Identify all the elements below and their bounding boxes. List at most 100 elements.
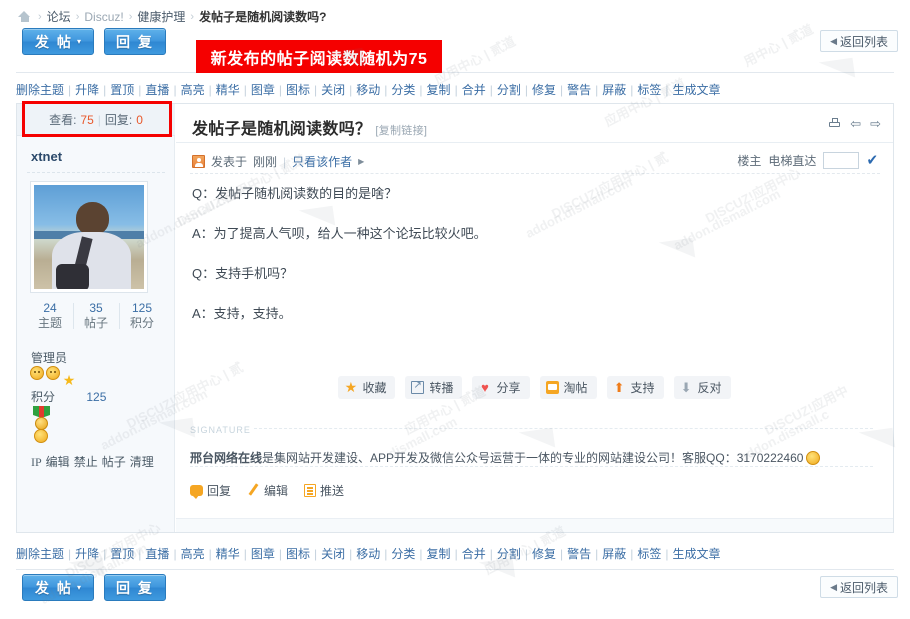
oppose-button[interactable]: ⬇ 反对 — [673, 376, 731, 399]
home-icon[interactable] — [18, 10, 31, 23]
favorite-button[interactable]: ★ 收藏 — [338, 376, 396, 399]
mod-link-copy[interactable]: 复制 — [427, 547, 451, 561]
mod-link-merge[interactable]: 合并 — [462, 83, 486, 97]
avatar[interactable] — [30, 181, 148, 293]
mod-link-stamp[interactable]: 图章 — [251, 83, 275, 97]
reply-button[interactable]: 回 复 — [104, 28, 166, 55]
support-button[interactable]: ⬆ 支持 — [606, 376, 664, 399]
mod-link-classify[interactable]: 分类 — [391, 83, 415, 97]
post-push-link[interactable]: 推送 — [304, 482, 344, 499]
mod-separator: | — [208, 83, 212, 97]
new-post-button[interactable]: 发 帖 ▾ — [22, 28, 94, 55]
avatar-image — [34, 185, 144, 289]
go-arrow-icon[interactable]: ✔ — [867, 153, 878, 168]
mod-link-delete-topic[interactable]: 删除主题 — [16, 547, 64, 561]
mod-link-updown[interactable]: 升降 — [75, 547, 99, 561]
expand-caret-icon[interactable]: ▶ — [358, 157, 364, 166]
return-to-list-button-bottom[interactable]: ◀ 返回列表 — [820, 576, 898, 598]
collect-button[interactable]: 淘帖 — [539, 376, 597, 399]
stat-credits[interactable]: 125 积分 — [119, 301, 165, 331]
replies-value: 0 — [136, 112, 143, 127]
mod-separator: | — [489, 83, 493, 97]
mod-link-sticky[interactable]: 置顶 — [110, 547, 134, 561]
smiley-medal-icon — [46, 366, 60, 380]
author-moderation-links: IP 编辑 禁止 帖子 清理 — [31, 453, 158, 470]
mod-link-highlight[interactable]: 高亮 — [181, 547, 205, 561]
author-badge-icon — [192, 155, 205, 168]
post-title-text: 发帖子是随机阅读数吗？ — [192, 121, 372, 138]
mod-link-generate-article[interactable]: 生成文章 — [673, 547, 721, 561]
mod-link-generate-article[interactable]: 生成文章 — [673, 83, 721, 97]
mod-link-highlight[interactable]: 高亮 — [181, 83, 205, 97]
mod-link-move[interactable]: 移动 — [356, 83, 380, 97]
mod-link-digest[interactable]: 精华 — [216, 83, 240, 97]
relay-button[interactable]: 转播 — [405, 376, 463, 399]
mod-link-shield[interactable]: 屏蔽 — [602, 83, 626, 97]
mod-link-split[interactable]: 分割 — [497, 547, 521, 561]
ip-label[interactable]: IP — [31, 455, 42, 469]
mod-separator: | — [454, 547, 458, 561]
views-label: 查看: — [49, 113, 77, 127]
only-author-link[interactable]: 只看该作者 — [292, 153, 352, 170]
breadcrumb-item-category[interactable]: 健康护理 — [137, 8, 185, 25]
author-link-ban[interactable]: 禁止 — [74, 455, 98, 469]
breadcrumb-item-discuz[interactable]: Discuz! — [84, 10, 123, 24]
moderation-toolbar-bottom: 删除主题 | 升降 | 置顶 | 直播 | 高亮 | 精华 | 图章 | 图标 | 关闭 | 移动 | 分类 | 复制 | 合并… — [16, 545, 721, 562]
mod-separator: | — [138, 547, 142, 561]
author-link-clean[interactable]: 清理 — [130, 455, 154, 469]
share-button[interactable]: ♥ 分享 — [472, 376, 530, 399]
mod-link-updown[interactable]: 升降 — [75, 83, 99, 97]
stat-topics[interactable]: 24 主题 — [27, 301, 73, 331]
stat-posts[interactable]: 35 帖子 — [73, 301, 119, 331]
mod-link-live[interactable]: 直播 — [145, 83, 169, 97]
mod-link-close[interactable]: 关闭 — [321, 83, 345, 97]
chevron-down-icon: ▾ — [76, 583, 81, 592]
reply-button-bottom[interactable]: 回 复 — [104, 574, 166, 601]
mod-link-stamp[interactable]: 图章 — [251, 547, 275, 561]
mod-link-classify[interactable]: 分类 — [391, 547, 415, 561]
author-link-posts[interactable]: 帖子 — [102, 455, 126, 469]
mod-link-delete-topic[interactable]: 删除主题 — [16, 83, 64, 97]
mod-link-split[interactable]: 分割 — [497, 83, 521, 97]
floor-jump-input[interactable] — [823, 152, 860, 169]
mod-link-move[interactable]: 移动 — [356, 547, 380, 561]
annotation-banner: 新发布的帖子阅读数随机为75 — [196, 40, 442, 73]
mod-link-repair[interactable]: 修复 — [532, 83, 556, 97]
mod-link-digest[interactable]: 精华 — [216, 547, 240, 561]
print-icon[interactable] — [828, 118, 841, 130]
author-username[interactable]: xtnet — [31, 149, 62, 164]
new-post-button-bottom[interactable]: 发 帖 ▾ — [22, 574, 94, 601]
breadcrumb-separator: › — [128, 10, 133, 23]
mod-separator: | — [559, 547, 564, 561]
mod-link-icon[interactable]: 图标 — [286, 547, 310, 561]
breadcrumb-item-forum[interactable]: 论坛 — [47, 8, 71, 25]
signature-body: 是集网站开发建设、APP开发及微信公众号运营于一体的专业的网站建设公司！客服QQ… — [262, 451, 804, 465]
mod-separator: | — [489, 547, 493, 561]
mod-link-warn[interactable]: 警告 — [567, 83, 591, 97]
mod-link-icon[interactable]: 图标 — [286, 83, 310, 97]
mod-link-sticky[interactable]: 置顶 — [110, 83, 134, 97]
mod-link-tag[interactable]: 标签 — [637, 547, 661, 561]
mod-link-close[interactable]: 关闭 — [321, 547, 345, 561]
post-edit-link[interactable]: 编辑 — [247, 482, 288, 499]
mod-link-shield[interactable]: 屏蔽 — [602, 547, 626, 561]
mod-link-repair[interactable]: 修复 — [532, 547, 556, 561]
copy-link-label[interactable]: [复制链接] — [375, 125, 427, 137]
mod-link-warn[interactable]: 警告 — [567, 547, 591, 561]
mod-link-live[interactable]: 直播 — [145, 547, 169, 561]
star-icon: ★ — [344, 379, 358, 395]
author-link-edit[interactable]: 编辑 — [46, 455, 70, 469]
mod-separator: | — [419, 83, 423, 97]
mod-link-merge[interactable]: 合并 — [462, 547, 486, 561]
next-arrow-icon[interactable]: ⇨ — [870, 117, 881, 130]
signature-company: 邢台网络在线 — [190, 451, 263, 465]
mod-separator: | — [243, 547, 247, 561]
author-group-name: 管理员 — [31, 351, 68, 365]
floor-owner-label[interactable]: 楼主 — [737, 152, 761, 169]
prev-arrow-icon[interactable]: ⇦ — [850, 117, 861, 130]
return-to-list-button-top[interactable]: ◀ 返回列表 — [820, 30, 898, 52]
post-reply-link[interactable]: 回复 — [190, 482, 231, 499]
jump-label: 电梯直达 — [768, 154, 817, 168]
mod-link-tag[interactable]: 标签 — [637, 83, 661, 97]
mod-link-copy[interactable]: 复制 — [427, 83, 451, 97]
